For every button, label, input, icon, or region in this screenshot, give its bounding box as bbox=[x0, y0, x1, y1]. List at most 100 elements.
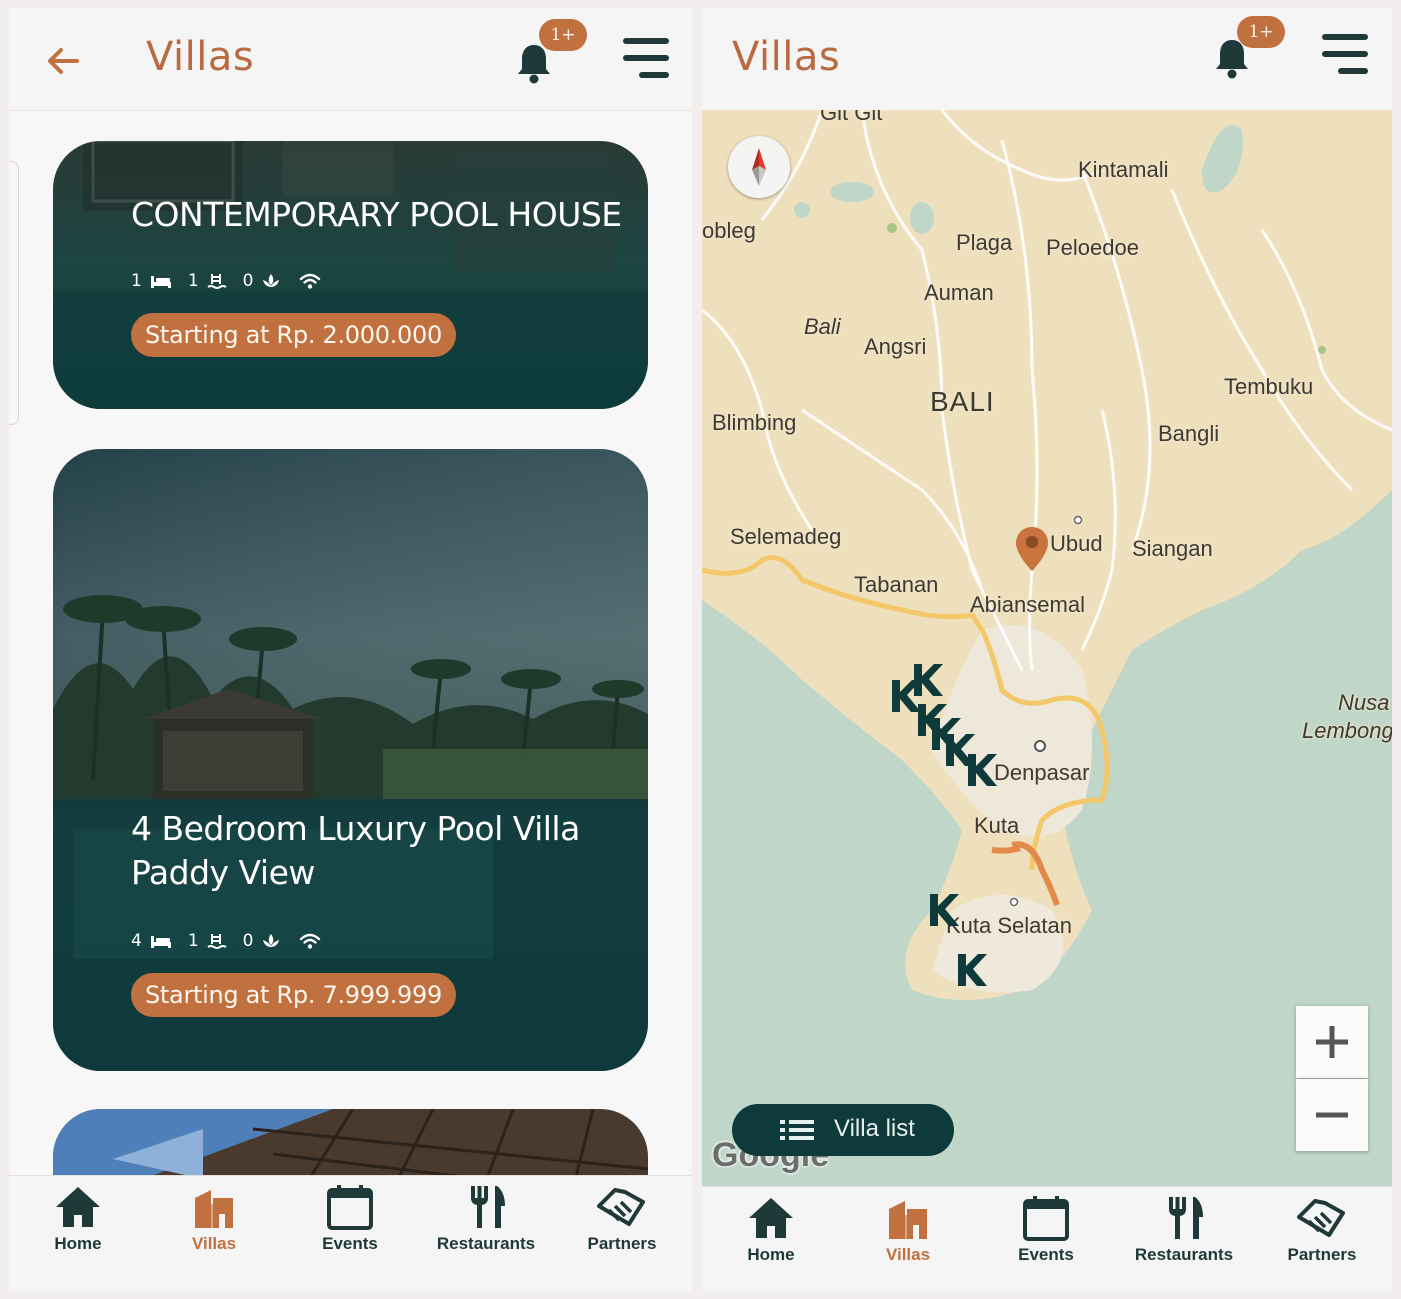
map-label: Lembong bbox=[1302, 718, 1392, 743]
nav-partners[interactable]: Partners bbox=[562, 1184, 682, 1254]
villa-price-badge: Starting at Rp. 7.999.999 bbox=[131, 973, 456, 1017]
spa-lotus-icon bbox=[263, 274, 280, 287]
map-label: Peloedoe bbox=[1046, 235, 1139, 260]
plus-icon bbox=[1316, 1026, 1348, 1058]
wifi-icon bbox=[300, 933, 321, 949]
villa-amenities: 4 1 0 bbox=[131, 931, 321, 951]
compass-button[interactable] bbox=[728, 136, 790, 198]
bed-icon bbox=[150, 276, 171, 288]
villa-name-line2: Paddy View bbox=[131, 853, 315, 892]
map-label: Selemadeg bbox=[730, 524, 842, 549]
pool-ladder-icon bbox=[207, 274, 227, 289]
bathroom-count: 1 bbox=[187, 931, 199, 951]
wifi-icon bbox=[300, 273, 321, 289]
map-poi-dot bbox=[1009, 897, 1019, 907]
villa-name: CONTEMPORARY POOL HOUSE bbox=[131, 195, 622, 234]
nav-villas[interactable]: Villas bbox=[848, 1195, 968, 1265]
nav-home[interactable]: Home bbox=[18, 1184, 138, 1254]
nav-label: Events bbox=[1018, 1245, 1074, 1264]
map-label: Bali bbox=[804, 314, 841, 339]
map-label: Ubud bbox=[1050, 531, 1103, 556]
fork-knife-icon bbox=[471, 1186, 505, 1228]
villas-icon bbox=[195, 1190, 233, 1228]
villa-list-button[interactable]: Villa list bbox=[732, 1104, 954, 1156]
villa-map-screen: Villas 1+ Git Git Kintamali obleg Plaga … bbox=[702, 8, 1392, 1291]
nav-villas[interactable]: Villas bbox=[154, 1184, 274, 1254]
pool-count: 0 bbox=[242, 271, 254, 291]
page-title: Villas bbox=[146, 34, 255, 80]
map-label: Abiansemal bbox=[970, 592, 1085, 617]
villa-list-label: Villa list bbox=[834, 1115, 915, 1142]
villa-list[interactable]: CONTEMPORARY POOL HOUSE 1 1 0 Starting a… bbox=[9, 111, 692, 1175]
nav-restaurants[interactable]: Restaurants bbox=[1124, 1195, 1244, 1265]
villa-marker-icon[interactable] bbox=[964, 752, 998, 788]
map-background bbox=[702, 110, 1392, 1000]
villa-marker-icon[interactable] bbox=[926, 892, 960, 928]
calendar-icon bbox=[1023, 1196, 1069, 1241]
notification-badge: 1+ bbox=[539, 19, 587, 51]
map-label: Nusa bbox=[1338, 690, 1390, 715]
nav-partners[interactable]: Partners bbox=[1262, 1195, 1382, 1265]
map-label: Tembuku bbox=[1224, 374, 1314, 399]
map-label: Kintamali bbox=[1078, 157, 1169, 182]
zoom-out-button[interactable] bbox=[1296, 1079, 1368, 1151]
map-label: Plaga bbox=[956, 230, 1013, 255]
villa-price-badge: Starting at Rp. 2.000.000 bbox=[131, 313, 456, 357]
minus-icon bbox=[1316, 1112, 1348, 1118]
bed-icon bbox=[150, 936, 171, 948]
villa-marker-icon[interactable] bbox=[954, 952, 988, 988]
pool-count: 0 bbox=[242, 931, 254, 951]
zoom-in-button[interactable] bbox=[1296, 1006, 1368, 1078]
villa-photo bbox=[53, 1109, 648, 1175]
nav-label: Restaurants bbox=[1134, 1245, 1234, 1264]
pool-ladder-icon bbox=[207, 934, 227, 949]
map-label: Kuta bbox=[974, 813, 1020, 838]
map-label: Tabanan bbox=[854, 572, 939, 597]
bedroom-count: 4 bbox=[131, 931, 142, 951]
handshake-icon bbox=[597, 1188, 645, 1226]
nav-events[interactable]: Events bbox=[290, 1184, 410, 1254]
location-pin-icon[interactable] bbox=[1014, 525, 1050, 573]
bottom-navigation: Home Villas Events Restaurants Partners bbox=[9, 1175, 692, 1291]
map-label: Kuta Selatan bbox=[946, 913, 1072, 938]
villa-card[interactable]: CONTEMPORARY POOL HOUSE 1 1 0 Starting a… bbox=[53, 141, 648, 409]
bathroom-count: 1 bbox=[187, 271, 199, 291]
bedroom-count: 1 bbox=[131, 271, 142, 291]
villas-icon bbox=[889, 1201, 927, 1239]
map-view[interactable]: Git Git Kintamali obleg Plaga Peloedoe A… bbox=[702, 110, 1392, 1186]
hamburger-menu-icon[interactable] bbox=[1322, 34, 1370, 78]
nav-label: Events bbox=[322, 1234, 378, 1253]
nav-label: Home bbox=[747, 1245, 795, 1264]
villa-card[interactable]: 4 Bedroom Luxury Pool Villa Paddy View 4… bbox=[53, 449, 648, 1071]
home-icon bbox=[56, 1187, 100, 1227]
spa-lotus-icon bbox=[263, 934, 280, 947]
back-arrow-icon[interactable] bbox=[41, 38, 87, 84]
calendar-icon bbox=[327, 1185, 373, 1230]
nav-label: Restaurants bbox=[436, 1234, 536, 1253]
hamburger-menu-icon[interactable] bbox=[623, 38, 671, 82]
villa-marker-icon[interactable] bbox=[910, 662, 944, 698]
map-label: Denpasar bbox=[994, 760, 1090, 785]
list-icon bbox=[780, 1120, 814, 1140]
map-poi-dot bbox=[1073, 515, 1083, 525]
side-drawer-handle[interactable] bbox=[9, 161, 19, 425]
map-label: obleg bbox=[702, 218, 756, 243]
page-title: Villas bbox=[732, 34, 841, 80]
handshake-icon bbox=[1297, 1199, 1345, 1237]
nav-label: Partners bbox=[1287, 1245, 1357, 1264]
app-header: Villas 1+ bbox=[9, 8, 692, 111]
map-label: BALI bbox=[930, 386, 995, 417]
nav-label: Partners bbox=[587, 1234, 657, 1253]
nav-events[interactable]: Events bbox=[986, 1195, 1106, 1265]
nav-label: Villas bbox=[191, 1234, 237, 1253]
map-label: Blimbing bbox=[712, 410, 797, 435]
map-label: Auman bbox=[924, 280, 994, 305]
app-header: Villas 1+ bbox=[702, 8, 1392, 111]
villa-card[interactable] bbox=[53, 1109, 648, 1175]
nav-restaurants[interactable]: Restaurants bbox=[426, 1184, 546, 1254]
villa-name-line1: 4 Bedroom Luxury Pool Villa bbox=[131, 809, 580, 848]
nav-home[interactable]: Home bbox=[711, 1195, 831, 1265]
map-label: Bangli bbox=[1158, 421, 1220, 446]
compass-icon bbox=[752, 148, 766, 186]
villa-amenities: 1 1 0 bbox=[131, 271, 321, 291]
